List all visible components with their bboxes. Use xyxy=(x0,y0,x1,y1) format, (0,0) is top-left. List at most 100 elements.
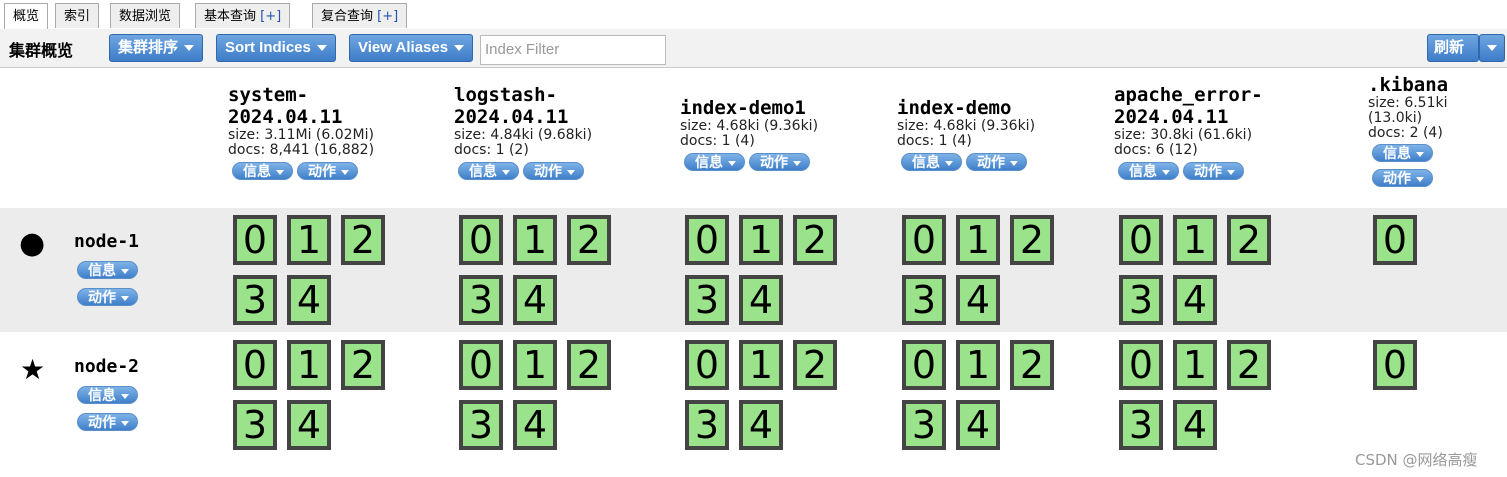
shard-box[interactable]: 4 xyxy=(739,400,783,450)
index-info-button[interactable]: 信息 xyxy=(684,153,745,171)
node-name: node-2 xyxy=(74,356,140,377)
index-size: size: 6.51ki xyxy=(1368,95,1448,111)
shard-box[interactable]: 3 xyxy=(459,275,503,325)
shard-box[interactable]: 4 xyxy=(513,275,557,325)
index-info-button[interactable]: 信息 xyxy=(1372,144,1433,162)
index-action-button[interactable]: 动作 xyxy=(749,153,810,171)
shard-box[interactable]: 3 xyxy=(685,275,729,325)
shard-box[interactable]: 1 xyxy=(956,215,1000,265)
index-action-button[interactable]: 动作 xyxy=(523,162,584,180)
tab-indices[interactable]: 索引 xyxy=(55,3,100,28)
index-info-button[interactable]: 信息 xyxy=(901,153,962,171)
index-name-line2: 2024.04.11 xyxy=(454,106,569,128)
index-size: size: 4.68ki (9.36ki) xyxy=(897,118,1036,134)
cluster-sort-button[interactable]: 集群排序 xyxy=(109,34,204,62)
shard-box[interactable]: 0 xyxy=(685,340,729,390)
shard-box[interactable]: 0 xyxy=(902,340,946,390)
shard-box[interactable]: 2 xyxy=(567,215,611,265)
caret-down-icon xyxy=(316,45,327,52)
shard-box[interactable]: 4 xyxy=(956,275,1000,325)
shard-box[interactable]: 2 xyxy=(1010,215,1054,265)
shard-box[interactable]: 0 xyxy=(902,215,946,265)
caret-down-icon xyxy=(121,268,129,274)
shard-box[interactable]: 2 xyxy=(341,340,385,390)
node-info-button[interactable]: 信息 xyxy=(77,386,138,404)
index-name: .kibana xyxy=(1368,74,1449,96)
shard-box[interactable]: 1 xyxy=(287,215,331,265)
index-action-button[interactable]: 动作 xyxy=(1183,162,1244,180)
button-label: 集群排序 xyxy=(118,39,179,56)
tab-complex-query[interactable]: 复合查询 [+] xyxy=(312,3,408,28)
shard-box[interactable]: 0 xyxy=(1373,215,1417,265)
shard-box[interactable]: 1 xyxy=(1173,340,1217,390)
shard-box[interactable]: 1 xyxy=(513,215,557,265)
caret-down-icon xyxy=(1010,160,1018,166)
shard-box[interactable]: 0 xyxy=(1373,340,1417,390)
shard-box[interactable]: 3 xyxy=(1119,400,1163,450)
shard-box[interactable]: 2 xyxy=(1227,340,1271,390)
shard-box[interactable]: 0 xyxy=(1119,340,1163,390)
tab-browser[interactable]: 数据浏览 xyxy=(110,3,181,28)
index-docs: docs: 1 (4) xyxy=(680,133,755,149)
shard-box[interactable]: 2 xyxy=(1227,215,1271,265)
watermark: CSDN @网络高瘦 xyxy=(1355,451,1478,469)
shard-box[interactable]: 4 xyxy=(1173,400,1217,450)
refresh-dropdown-button[interactable] xyxy=(1479,34,1505,62)
shard-box[interactable]: 3 xyxy=(685,400,729,450)
shard-box[interactable]: 1 xyxy=(1173,215,1217,265)
index-info-button[interactable]: 信息 xyxy=(1118,162,1179,180)
shard-box[interactable]: 3 xyxy=(233,275,277,325)
shard-box[interactable]: 2 xyxy=(567,340,611,390)
index-info-button[interactable]: 信息 xyxy=(458,162,519,180)
shard-box[interactable]: 0 xyxy=(685,215,729,265)
caret-down-icon xyxy=(567,169,575,175)
shard-box[interactable]: 3 xyxy=(902,400,946,450)
shard-box[interactable]: 1 xyxy=(739,340,783,390)
shard-box[interactable]: 0 xyxy=(233,215,277,265)
shard-box[interactable]: 4 xyxy=(287,400,331,450)
caret-down-icon xyxy=(1487,45,1497,52)
index-action-button[interactable]: 动作 xyxy=(966,153,1027,171)
tab-basic-query[interactable]: 基本查询 [+] xyxy=(195,3,291,28)
index-name: system- xyxy=(228,84,309,106)
shard-box[interactable]: 1 xyxy=(956,340,1000,390)
index-info-button[interactable]: 信息 xyxy=(232,162,293,180)
shard-box[interactable]: 3 xyxy=(233,400,277,450)
refresh-button[interactable]: 刷新 xyxy=(1427,34,1479,62)
view-aliases-button[interactable]: View Aliases xyxy=(349,34,474,62)
shard-box[interactable]: 0 xyxy=(459,215,503,265)
caret-down-icon xyxy=(121,393,129,399)
shard-box[interactable]: 2 xyxy=(793,215,837,265)
index-action-button[interactable]: 动作 xyxy=(297,162,358,180)
shard-box[interactable]: 1 xyxy=(513,340,557,390)
tab-overview[interactable]: 概览 xyxy=(4,3,49,30)
shard-box[interactable]: 4 xyxy=(956,400,1000,450)
shard-box[interactable]: 0 xyxy=(459,340,503,390)
tab-bar: 概览 索引 数据浏览 基本查询 [+] 复合查询 [+] xyxy=(0,0,1507,30)
shard-box[interactable]: 1 xyxy=(287,340,331,390)
shard-box[interactable]: 2 xyxy=(793,340,837,390)
index-action-button[interactable]: 动作 xyxy=(1372,169,1433,187)
shard-box[interactable]: 2 xyxy=(341,215,385,265)
index-size-line2: (13.0ki) xyxy=(1368,110,1423,126)
shard-box[interactable]: 0 xyxy=(1119,215,1163,265)
shard-box[interactable]: 4 xyxy=(287,275,331,325)
index-header-index-demo: index-demo size: 4.68ki (9.36ki) docs: 1… xyxy=(897,97,1035,171)
sort-indices-button[interactable]: Sort Indices xyxy=(216,34,336,62)
shard-box[interactable]: 0 xyxy=(233,340,277,390)
shard-box[interactable]: 2 xyxy=(1010,340,1054,390)
shard-box[interactable]: 3 xyxy=(1119,275,1163,325)
index-docs: docs: 1 (4) xyxy=(897,133,972,149)
shard-box[interactable]: 3 xyxy=(902,275,946,325)
shard-box[interactable]: 3 xyxy=(459,400,503,450)
node-info-button[interactable]: 信息 xyxy=(77,261,138,279)
node-action-button[interactable]: 动作 xyxy=(77,288,138,306)
shard-box[interactable]: 1 xyxy=(739,215,783,265)
node-action-button[interactable]: 动作 xyxy=(77,413,138,431)
shard-box[interactable]: 4 xyxy=(739,275,783,325)
button-label: Sort Indices xyxy=(225,39,311,56)
shard-box[interactable]: 4 xyxy=(513,400,557,450)
shard-box[interactable]: 4 xyxy=(1173,275,1217,325)
index-filter-input[interactable]: Index Filter xyxy=(480,35,666,65)
circle-icon: ● xyxy=(19,226,46,261)
